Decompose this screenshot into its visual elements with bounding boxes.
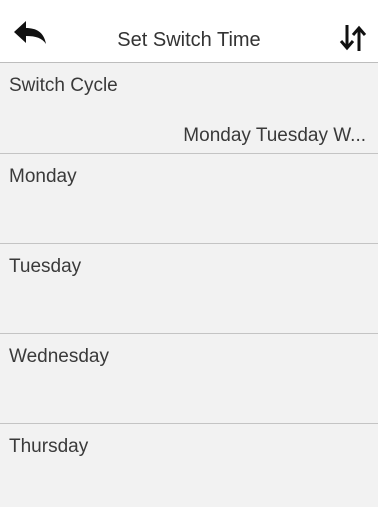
row-label: Switch Cycle — [9, 75, 118, 96]
list-item-switch-cycle[interactable]: Switch Cycle Monday Tuesday W... — [0, 63, 378, 154]
back-button[interactable] — [12, 20, 48, 50]
page-title: Set Switch Time — [117, 29, 261, 51]
sort-arrows-icon — [339, 25, 367, 51]
list-item-wednesday[interactable]: Wednesday — [0, 334, 378, 424]
row-label: Wednesday — [9, 346, 109, 367]
row-label: Thursday — [9, 436, 89, 457]
row-label: Tuesday — [9, 256, 82, 277]
row-value: Monday Tuesday W... — [183, 125, 366, 146]
list-item-tuesday[interactable]: Tuesday — [0, 244, 378, 334]
settings-list: Switch Cycle Monday Tuesday W... Monday … — [0, 63, 378, 507]
back-arrow-icon — [14, 21, 46, 44]
sort-button[interactable] — [338, 23, 368, 53]
list-item-thursday[interactable]: Thursday — [0, 424, 378, 507]
header-bar: Set Switch Time — [0, 0, 378, 63]
list-item-monday[interactable]: Monday — [0, 154, 378, 244]
row-label: Monday — [9, 166, 77, 187]
